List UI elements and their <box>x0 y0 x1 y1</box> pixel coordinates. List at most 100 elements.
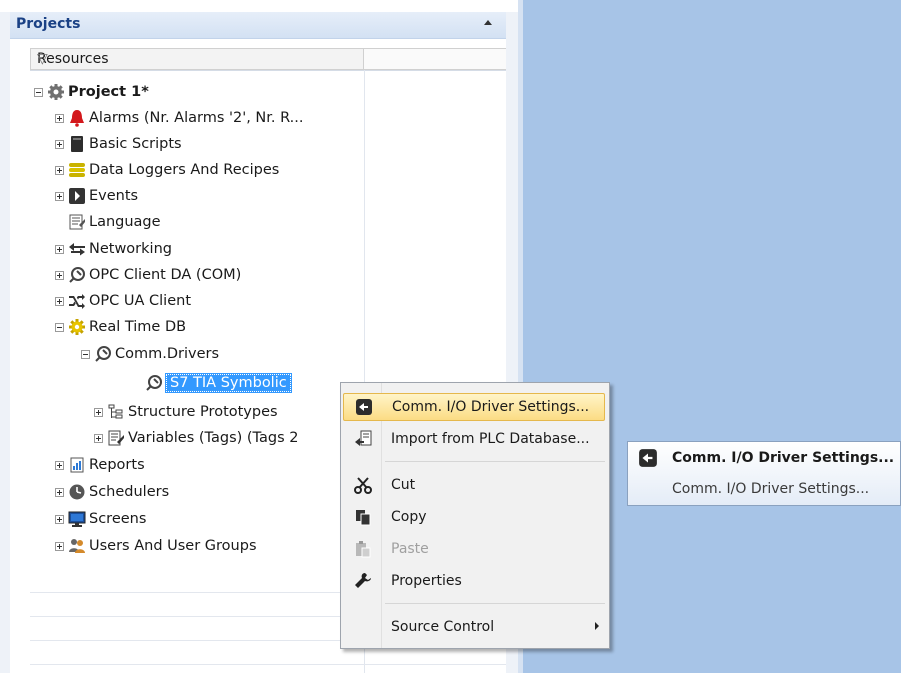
bell-icon <box>68 109 86 127</box>
tree-item-label: Data Loggers And Recipes <box>89 162 280 178</box>
filter-icon[interactable]: ▽ <box>37 51 48 67</box>
tree-item-structure-prototypes[interactable]: Structure Prototypes <box>94 400 278 424</box>
driver-icon <box>145 374 163 392</box>
tree-item-comm-drivers[interactable]: Comm.Drivers <box>81 342 219 366</box>
expand-toggle[interactable] <box>55 460 64 470</box>
gear-icon <box>47 83 65 101</box>
script-icon <box>68 135 86 153</box>
menu-item-label: Comm. I/O Driver Settings... <box>392 399 590 415</box>
menu-item-properties[interactable]: Properties <box>343 567 605 595</box>
tree-item-label: Basic Scripts <box>89 136 182 152</box>
menu-item-import-plc[interactable]: Import from PLC Database... <box>343 425 605 453</box>
events-icon <box>68 187 86 205</box>
second-column-header[interactable] <box>364 48 506 70</box>
tree-item-label: Users And User Groups <box>89 538 257 554</box>
reports-icon <box>68 456 86 474</box>
projects-header: Projects <box>10 12 506 39</box>
copy-icon <box>343 508 383 526</box>
tree-item-label: Alarms (Nr. Alarms '2', Nr. R... <box>89 110 304 126</box>
tree-item-opc-client[interactable]: OPC Client DA (COM) <box>55 263 241 287</box>
tree-item-schedulers[interactable]: Schedulers <box>55 480 169 504</box>
expand-toggle[interactable] <box>55 191 64 201</box>
plug-icon <box>94 345 112 363</box>
tree-item-label: Screens <box>89 511 147 527</box>
monitor-icon <box>68 510 86 528</box>
plug-icon <box>68 266 86 284</box>
tree-item-networking[interactable]: Networking <box>55 237 172 261</box>
tree-item-label: Variables (Tags) (Tags 2 <box>128 430 299 446</box>
expand-toggle[interactable] <box>55 139 64 149</box>
expand-toggle[interactable] <box>55 487 64 497</box>
menu-item-copy[interactable]: Copy <box>343 503 605 531</box>
tree-item-label: Project 1* <box>68 84 149 100</box>
tree-item-project[interactable]: Project 1* <box>34 80 149 104</box>
tree-item-label: Events <box>89 188 139 204</box>
expand-toggle[interactable] <box>55 244 64 254</box>
menu-item-paste[interactable]: Paste <box>343 535 605 563</box>
expand-toggle[interactable] <box>94 407 103 417</box>
paste-icon <box>343 540 383 558</box>
expand-toggle[interactable] <box>94 433 103 443</box>
menu-item-label: Cut <box>391 477 416 493</box>
tree-item-s7-tia-symbolic[interactable]: S7 TIA Symbolic <box>145 371 292 395</box>
tree-item-alarms[interactable]: Alarms (Nr. Alarms '2', Nr. R... <box>55 106 304 130</box>
driver-settings-icon <box>344 398 384 416</box>
expand-toggle[interactable] <box>55 113 64 123</box>
variables-icon <box>107 429 125 447</box>
menu-item-label: Source Control <box>391 619 495 635</box>
tree-item-screens[interactable]: Screens <box>55 507 146 531</box>
database-icon <box>68 161 86 179</box>
menu-item-driver-settings[interactable]: Comm. I/O Driver Settings... <box>343 393 605 421</box>
driver-settings-icon <box>638 448 658 472</box>
panel-title: Projects <box>16 16 81 32</box>
row-divider <box>30 664 506 665</box>
menu-item-cut[interactable]: Cut <box>343 471 605 499</box>
scissors-icon <box>343 476 383 494</box>
tree-item-language[interactable]: Language <box>68 210 161 234</box>
collapse-toggle[interactable] <box>55 322 64 332</box>
tree-item-label: OPC Client DA (COM) <box>89 267 242 283</box>
collapse-toggle[interactable] <box>34 87 43 97</box>
tree-item-label: S7 TIA Symbolic <box>165 373 292 393</box>
expand-toggle[interactable] <box>55 296 64 306</box>
panel-left-border <box>0 12 10 673</box>
tree-item-reports[interactable]: Reports <box>55 453 145 477</box>
shuffle-icon <box>68 292 86 310</box>
menu-item-label: Import from PLC Database... <box>391 431 590 447</box>
tree-item-label: Reports <box>89 457 145 473</box>
tree-item-label: Schedulers <box>89 484 170 500</box>
tree-item-basic-scripts[interactable]: Basic Scripts <box>55 132 182 156</box>
resources-column-header[interactable]: Resources ▽ <box>30 48 364 70</box>
network-arrows-icon <box>68 240 86 258</box>
menu-item-label: Properties <box>391 573 462 589</box>
expand-toggle[interactable] <box>55 514 64 524</box>
menu-item-source-control[interactable]: Source Control <box>343 613 605 641</box>
column-header: Resources ▽ <box>30 48 506 71</box>
tree-item-label: Structure Prototypes <box>128 404 278 420</box>
expand-toggle[interactable] <box>55 541 64 551</box>
tree-item-variables[interactable]: Variables (Tags) (Tags 2 <box>94 426 299 450</box>
structure-icon <box>107 403 125 421</box>
menu-separator <box>385 603 605 604</box>
collapse-toggle[interactable] <box>81 349 90 359</box>
import-icon <box>343 430 383 448</box>
panel-collapse-icon[interactable] <box>484 20 492 25</box>
language-icon <box>68 213 86 231</box>
clock-icon <box>68 483 86 501</box>
users-icon <box>68 537 86 555</box>
expand-toggle[interactable] <box>55 270 64 280</box>
tree-item-label: OPC UA Client <box>89 293 192 309</box>
tooltip: Comm. I/O Driver Settings... Comm. I/O D… <box>627 441 901 506</box>
menu-item-label: Paste <box>391 541 429 557</box>
submenu-arrow-icon <box>595 622 599 630</box>
tree-item-events[interactable]: Events <box>55 184 138 208</box>
tree-item-data-loggers[interactable]: Data Loggers And Recipes <box>55 158 279 182</box>
tree-item-label: Language <box>89 214 161 230</box>
tooltip-title: Comm. I/O Driver Settings... <box>672 450 895 466</box>
tree-item-users[interactable]: Users And User Groups <box>55 534 257 558</box>
expand-toggle[interactable] <box>55 165 64 175</box>
tree-item-opc-ua[interactable]: OPC UA Client <box>55 289 191 313</box>
tree-item-real-time-db[interactable]: Real Time DB <box>55 315 186 339</box>
context-menu: Comm. I/O Driver Settings... Import from… <box>340 382 610 649</box>
tooltip-body: Comm. I/O Driver Settings... <box>672 481 870 497</box>
